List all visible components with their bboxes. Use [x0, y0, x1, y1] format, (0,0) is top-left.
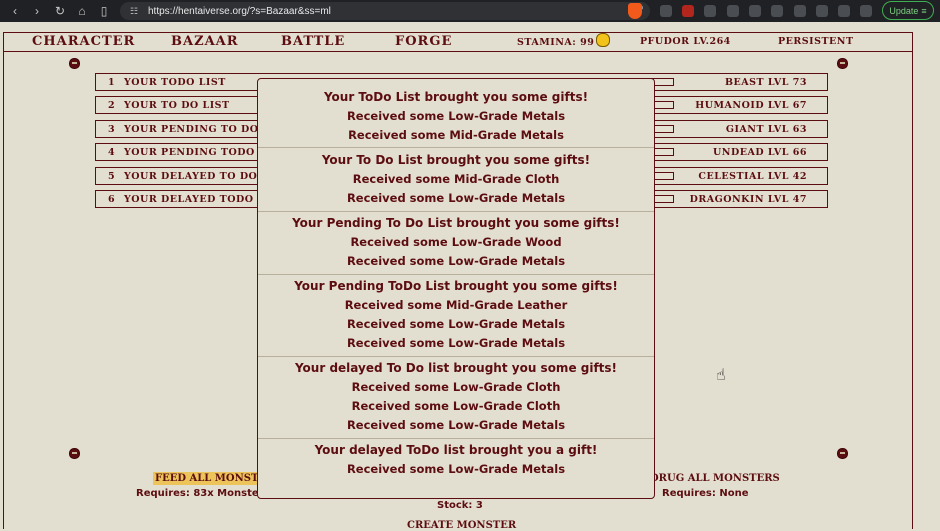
brave-shield-icon[interactable] [628, 3, 642, 19]
monster-class-level: UNDEAD LVL 66 [713, 147, 807, 158]
extensions-puzzle-icon[interactable] [794, 5, 806, 17]
gift-heading: Your Pending ToDo List brought you some … [294, 279, 618, 293]
slot-number: 4 [108, 147, 116, 158]
address-bar[interactable]: ☷ https://hentaiverse.org/?s=Bazaar&ss=m… [120, 2, 650, 20]
gift-heading: Your ToDo List brought you some gifts! [323, 90, 589, 104]
gift-line: Received some Low-Grade Wood [350, 235, 562, 249]
gift-group: Your To Do List brought you some gifts! … [258, 151, 654, 208]
stock-count: Stock: 3 [437, 500, 483, 511]
menu-character[interactable]: CHARACTER [32, 33, 135, 51]
gift-group: Your Pending To Do List brought you some… [258, 214, 654, 271]
gift-group: Your Pending ToDo List brought you some … [258, 277, 654, 353]
gift-line: Received some Mid-Grade Cloth [352, 172, 560, 186]
scroll-down-left-icon[interactable] [69, 448, 80, 459]
extension-icon[interactable] [749, 5, 761, 17]
scroll-up-right-icon[interactable] [837, 58, 848, 69]
gift-line: Received some Low-Grade Metals [346, 336, 566, 350]
back-icon[interactable]: ‹ [5, 0, 25, 22]
gift-line: Received some Mid-Grade Leather [344, 298, 568, 312]
scroll-up-left-icon[interactable] [69, 58, 80, 69]
divider [258, 147, 654, 148]
slot-number: 5 [108, 171, 116, 182]
url-text: https://hentaiverse.org/?s=Bazaar&ss=ml [148, 5, 331, 17]
gift-line: Received some Low-Grade Metals [346, 109, 566, 123]
extension-icon[interactable] [727, 5, 739, 17]
divider [258, 274, 654, 275]
wallet-icon[interactable] [838, 5, 850, 17]
monster-class-level: DRAGONKIN LVL 47 [689, 194, 807, 205]
vpn-icon[interactable] [860, 5, 872, 17]
extension-icon[interactable] [771, 5, 783, 17]
divider [258, 356, 654, 357]
gift-line: Received some Low-Grade Metals [346, 317, 566, 331]
slot-number: 6 [108, 194, 116, 205]
menu-battle[interactable]: BATTLE [281, 33, 345, 51]
slot-number: 1 [108, 77, 116, 88]
forward-icon[interactable]: › [27, 0, 47, 22]
gift-heading: Your Pending To Do List brought you some… [292, 216, 620, 230]
gift-heading: Your delayed To Do list brought you some… [294, 361, 618, 375]
drug-requirement: Requires: None [662, 488, 749, 499]
sidebar-icon[interactable] [816, 5, 828, 17]
monster-class-level: CELESTIAL LVL 42 [698, 171, 807, 182]
divider [258, 438, 654, 439]
extension-icon[interactable] [682, 5, 694, 17]
reload-icon[interactable]: ↻ [50, 0, 70, 22]
create-monster-button[interactable]: CREATE MONSTER [407, 520, 516, 531]
stamina-text: STAMINA: 99 [517, 37, 595, 48]
monster-class-level: GIANT LVL 63 [725, 124, 807, 135]
gift-line: Received some Low-Grade Metals [346, 462, 566, 476]
stamina-readout: STAMINA: 99 [517, 33, 611, 52]
menu-icon: ≡ [921, 5, 927, 16]
menu-forge[interactable]: FORGE [395, 33, 452, 51]
update-button[interactable]: Update ≡ [882, 1, 934, 20]
gift-line: Received some Low-Grade Metals [346, 191, 566, 205]
slot-number: 3 [108, 124, 116, 135]
extension-icon[interactable] [704, 5, 716, 17]
player-level: PFUDOR LV.264 [640, 36, 731, 47]
gift-group: Your delayed To Do list brought you some… [258, 359, 654, 435]
site-settings-icon[interactable]: ☷ [130, 6, 140, 16]
gift-heading: Your To Do List brought you some gifts! [321, 153, 591, 167]
bookmark-icon[interactable]: ▯ [94, 0, 114, 22]
gifts-popup[interactable]: Your ToDo List brought you some gifts! R… [257, 78, 655, 499]
slot-number: 2 [108, 100, 116, 111]
browser-toolbar: ‹ › ↻ ⌂ ▯ ☷ https://hentaiverse.org/?s=B… [0, 0, 940, 22]
extension-icon[interactable] [660, 5, 672, 17]
monster-name: YOUR TODO LIST [124, 77, 226, 88]
gift-line: Received some Low-Grade Metals [346, 254, 566, 268]
gift-line: Received some Mid-Grade Metals [348, 128, 564, 142]
drug-all-button[interactable]: DRUG ALL MONSTERS [650, 473, 780, 484]
update-label: Update [889, 5, 919, 16]
gift-line: Received some Low-Grade Cloth [351, 399, 561, 413]
top-menu: CHARACTER BAZAAR BATTLE FORGE STAMINA: 9… [4, 32, 912, 52]
scroll-down-right-icon[interactable] [837, 448, 848, 459]
monster-class-level: HUMANOID LVL 67 [695, 100, 807, 111]
gift-group: Your delayed ToDo list brought you a gif… [258, 441, 654, 479]
gift-line: Received some Low-Grade Metals [346, 418, 566, 432]
persistent-mode[interactable]: PERSISTENT [778, 33, 854, 51]
monster-name: YOUR TO DO LIST [124, 100, 230, 111]
home-icon[interactable]: ⌂ [72, 0, 92, 22]
gift-heading: Your delayed ToDo list brought you a gif… [314, 443, 598, 457]
divider [258, 211, 654, 212]
stamina-smiley-icon [596, 33, 611, 47]
menu-bazaar[interactable]: BAZAAR [171, 33, 239, 51]
gift-group: Your ToDo List brought you some gifts! R… [258, 88, 654, 145]
monster-class-level: BEAST LVL 73 [724, 77, 807, 88]
hand-cursor-icon: ☝ [716, 365, 726, 384]
gift-line: Received some Low-Grade Cloth [351, 380, 561, 394]
